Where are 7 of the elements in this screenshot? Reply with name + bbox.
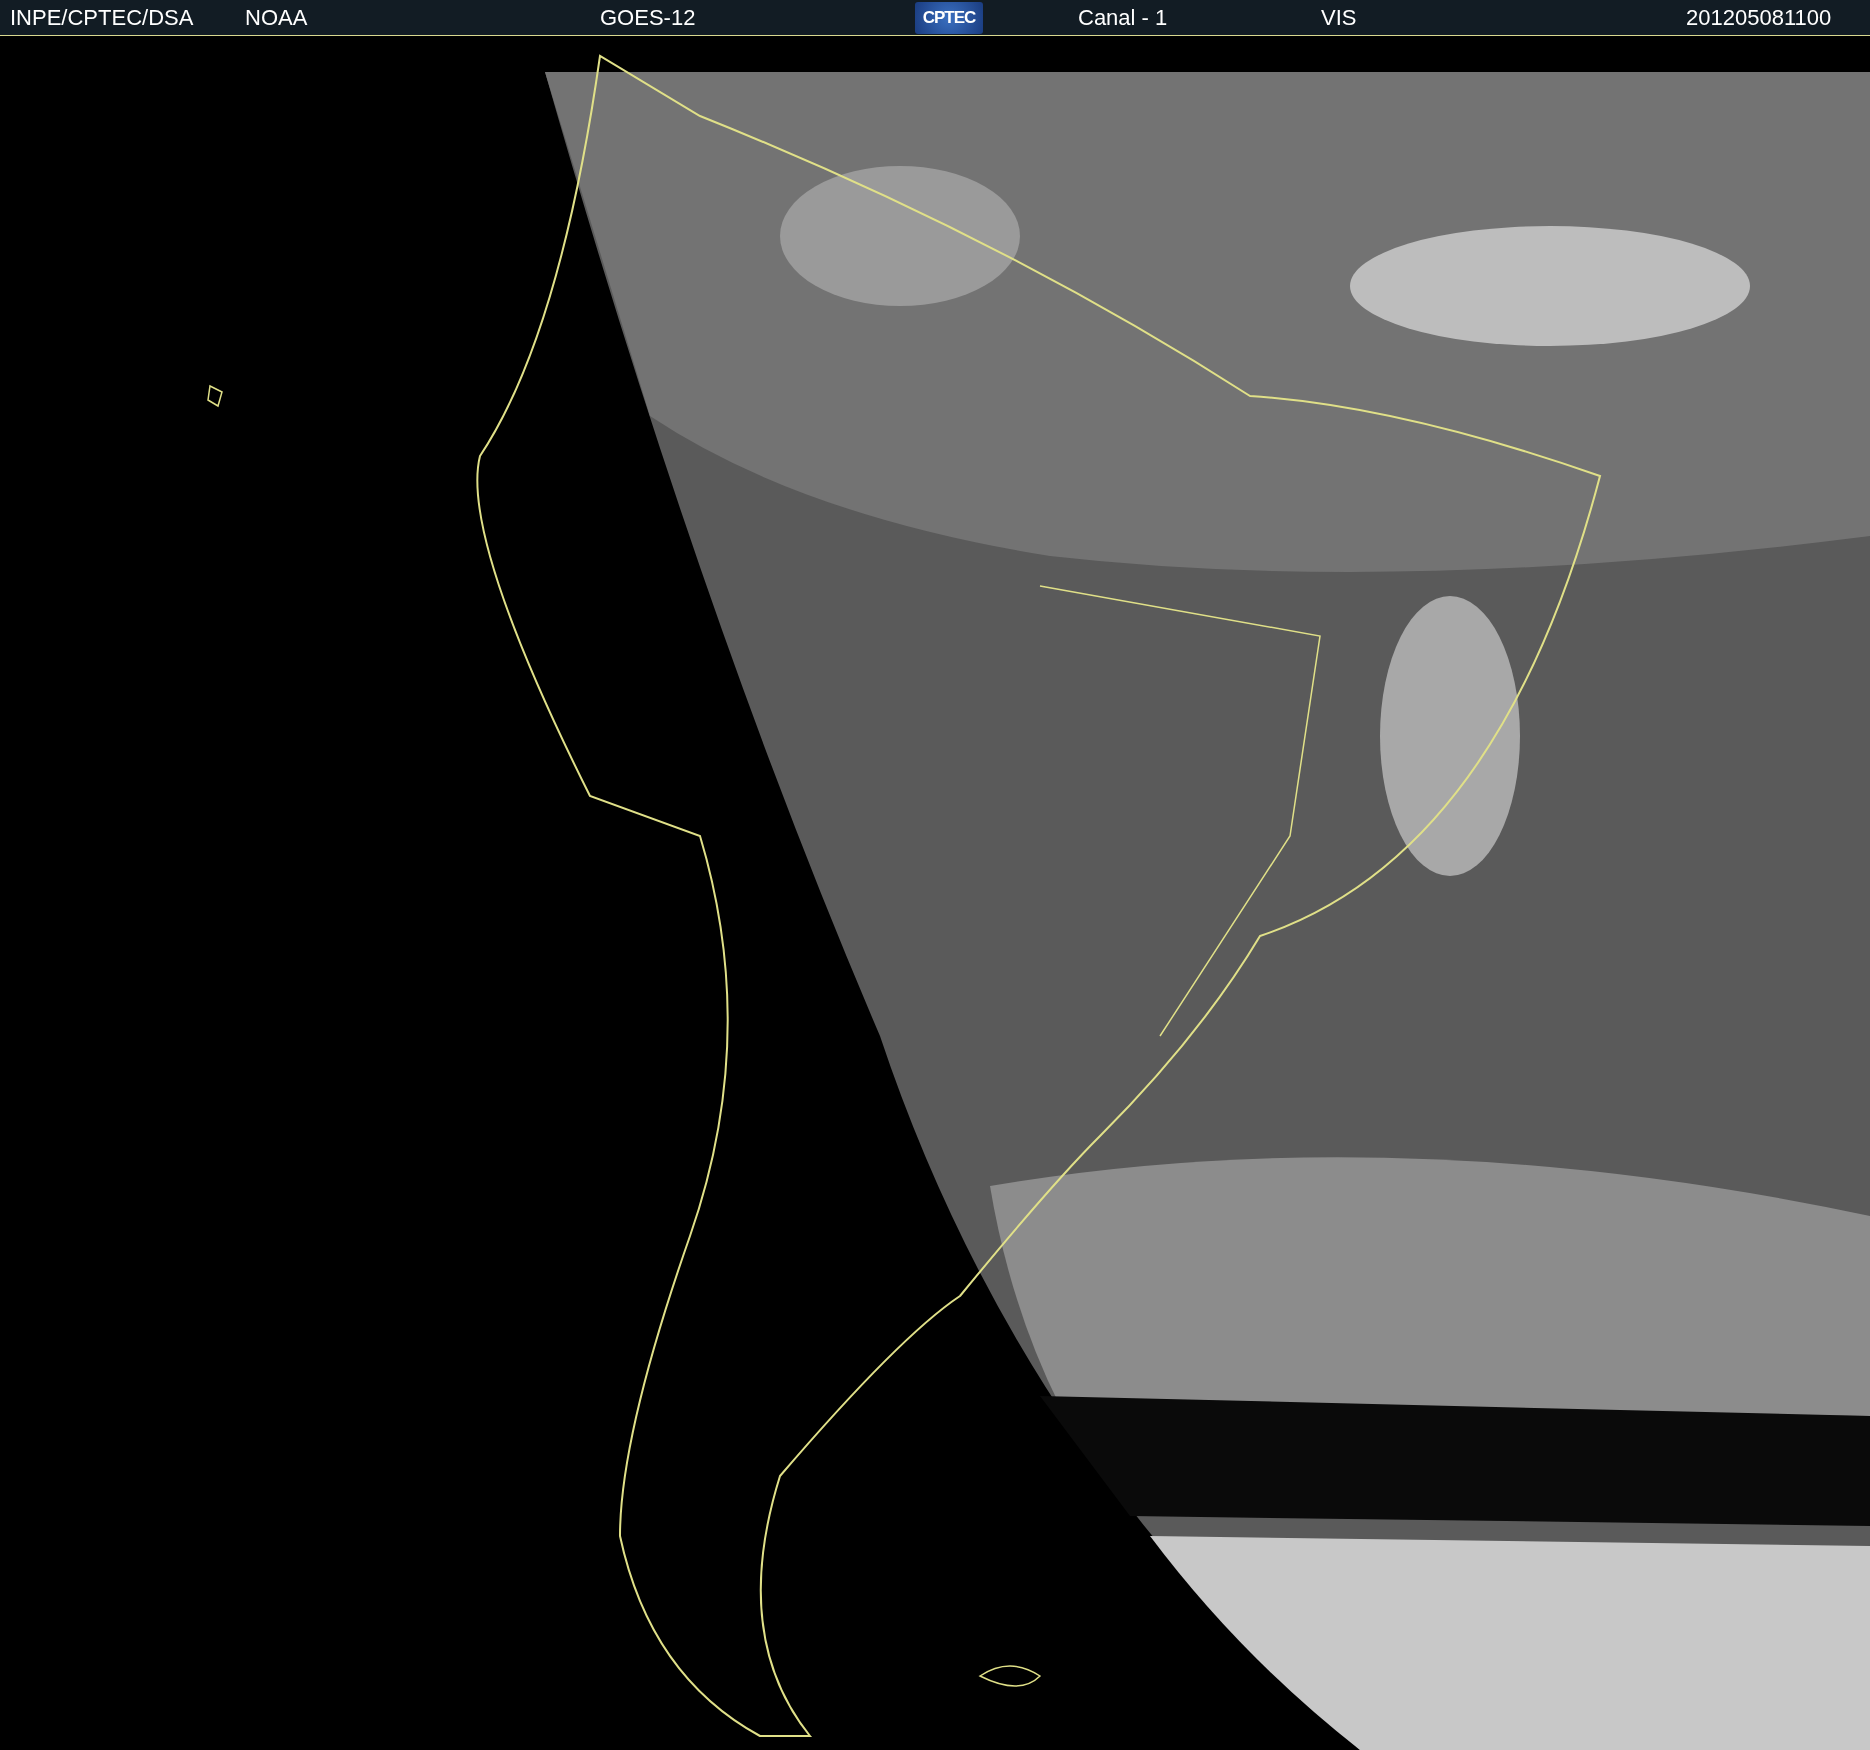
logo: CPTEC [915, 1, 983, 34]
timestamp-label: 201205081100 [1686, 4, 1832, 31]
channel-label: Canal - 1 [1078, 4, 1169, 31]
band-label: VIS [1321, 4, 1358, 31]
source-label: INPE/CPTEC/DSA [10, 4, 195, 31]
agency-label: NOAA [245, 4, 309, 31]
satellite-label: GOES-12 [600, 4, 697, 31]
